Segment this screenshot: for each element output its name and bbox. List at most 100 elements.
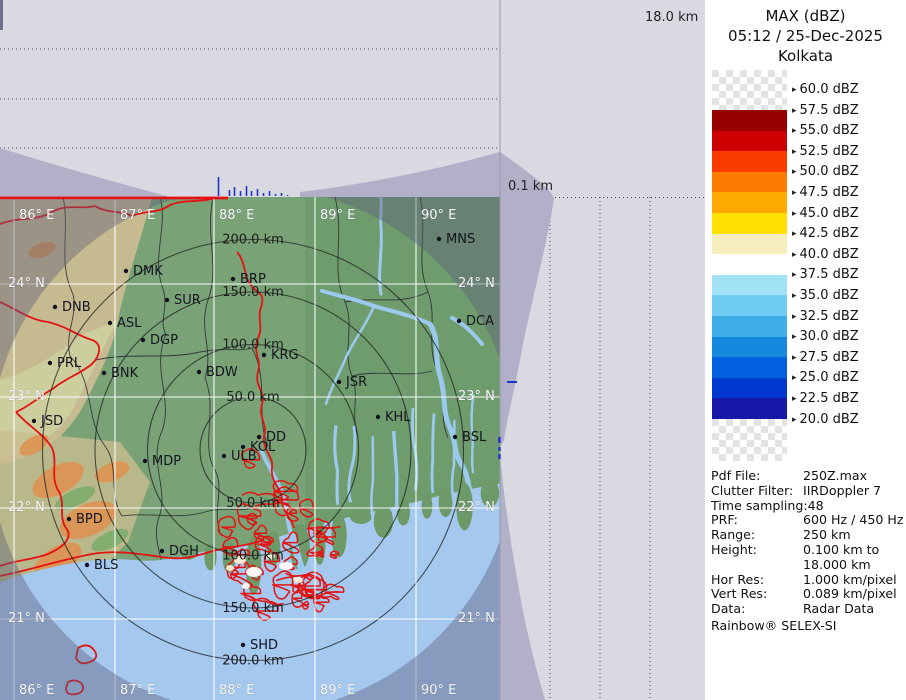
city-label: DNB [62, 300, 91, 315]
info-row: PRF:600 Hz / 450 Hz [711, 513, 905, 528]
city-label: JSD [40, 414, 63, 429]
scale-tick-arrow-icon: ▸ [792, 270, 797, 280]
scale-tick-arrow-icon: ▸ [792, 415, 797, 425]
info-value: 250Z.max [803, 469, 867, 484]
scale-tick-arrow-icon: ▸ [792, 106, 797, 116]
info-label: PRF: [711, 513, 803, 528]
latitude-label: 24° N [458, 276, 495, 291]
city-label: ASL [117, 316, 142, 331]
info-row: Hor Res:1.000 km/pixel [711, 573, 905, 588]
city-label: DMK [133, 264, 163, 279]
height-axis-min-label: 0.1 km [508, 179, 553, 194]
scale-checker-band [712, 419, 787, 461]
info-label: Hor Res: [711, 573, 803, 588]
city-dot [165, 298, 169, 302]
info-row: Pdf File:250Z.max [711, 469, 905, 484]
latitude-label: 21° N [8, 611, 45, 626]
scale-color-band [712, 131, 787, 152]
city-label: BLS [94, 558, 118, 573]
info-row: Vert Res:0.089 km/pixel [711, 587, 905, 602]
scale-color-band [712, 234, 787, 255]
legend-title-block: MAX (dBZ) 05:12 / 25-Dec-2025 Kolkata [705, 6, 906, 66]
scale-tick-arrow-icon: ▸ [792, 229, 797, 239]
scale-tick-label: ▸37.5 dBZ [792, 267, 859, 282]
latitude-label: 23° N [8, 389, 45, 404]
scale-tick-arrow-icon: ▸ [792, 250, 797, 260]
software-brand: Rainbow® SELEX-SI [711, 618, 836, 633]
scale-tick-arrow-icon: ▸ [792, 312, 797, 322]
range-ring-label: 200.0 km [222, 233, 284, 248]
scale-tick-arrow-icon: ▸ [792, 147, 797, 157]
info-value: 0.089 km/pixel [803, 587, 897, 602]
city-dot [262, 353, 266, 357]
top-edge-border [0, 197, 228, 200]
scale-color-band [712, 192, 787, 213]
longitude-label: 89° E [320, 208, 355, 223]
scale-tick-arrow-icon: ▸ [792, 167, 797, 177]
scale-tick-label: ▸25.0 dBZ [792, 370, 859, 385]
scale-tick-arrow-icon: ▸ [792, 209, 797, 219]
delta-island [439, 488, 453, 517]
info-value: 250 km [803, 528, 851, 543]
range-ring-label: 50.0 km [226, 390, 279, 405]
scale-color-band [712, 295, 787, 316]
scale-tick-label: ▸60.0 dBZ [792, 82, 859, 97]
scale-color-band [712, 213, 787, 234]
city-dot [32, 419, 36, 423]
scale-color-band [712, 254, 787, 275]
scale-color-band [712, 110, 787, 131]
scale-checker-band [712, 70, 787, 110]
scale-tick-label: ▸32.5 dBZ [792, 309, 859, 324]
info-label: Pdf File: [711, 469, 803, 484]
height-axis-max-label: 18.0 km [645, 10, 698, 25]
scale-color-band [712, 337, 787, 358]
info-row: Clutter Filter:IIRDoppler 7 [711, 484, 905, 499]
scale-tick-label: ▸50.0 dBZ [792, 164, 859, 179]
range-ring-label: 200.0 km [222, 654, 284, 669]
color-scale-column [712, 70, 787, 461]
scale-color-band [712, 316, 787, 337]
info-row: Data:Radar Data [711, 602, 905, 617]
scale-tick-label: ▸52.5 dBZ [792, 144, 859, 159]
info-row: 18.000 km [711, 558, 905, 573]
city-label: DGH [169, 544, 199, 559]
city-dot [143, 459, 147, 463]
info-value: 18.000 km [803, 558, 871, 573]
longitude-label: 89° E [320, 683, 355, 698]
longitude-label: 88° E [219, 683, 254, 698]
scale-tick-arrow-icon: ▸ [792, 291, 797, 301]
scale-tick-arrow-icon: ▸ [792, 373, 797, 383]
longitude-label: 87° E [120, 208, 155, 223]
scale-tick-label: ▸42.5 dBZ [792, 226, 859, 241]
city-label: SHD [250, 638, 278, 653]
city-label: DGP [150, 333, 178, 348]
city-label: BNK [111, 366, 139, 381]
range-ring-label: 50.0 km [226, 496, 279, 511]
info-label: Height: [711, 543, 803, 558]
city-label: KRG [271, 348, 299, 363]
range-ring-label: 150.0 km [222, 601, 284, 616]
city-label: PRL [57, 356, 82, 371]
latitude-label: 23° N [458, 389, 495, 404]
city-dot [231, 277, 235, 281]
info-value: 0.100 km to [803, 543, 879, 558]
longitude-label: 90° E [421, 683, 456, 698]
info-label: Clutter Filter: [711, 484, 803, 499]
city-dot [222, 454, 226, 458]
info-row: Height:0.100 km to [711, 543, 905, 558]
info-row: Range:250 km [711, 528, 905, 543]
city-label: KHL [385, 410, 411, 425]
city-dot [102, 371, 106, 375]
city-dot [141, 338, 145, 342]
info-label [711, 558, 803, 573]
product-datetime: 05:12 / 25-Dec-2025 [705, 26, 906, 46]
scale-tick-arrow-icon: ▸ [792, 126, 797, 136]
range-ring-label: 100.0 km [222, 549, 284, 564]
window-edge-artifact [0, 0, 3, 30]
city-dot [48, 361, 52, 365]
delta-island [350, 509, 372, 524]
info-label: Range: [711, 528, 803, 543]
scale-tick-label: ▸35.0 dBZ [792, 288, 859, 303]
info-label: Data: [711, 602, 803, 617]
city-dot [337, 380, 341, 384]
